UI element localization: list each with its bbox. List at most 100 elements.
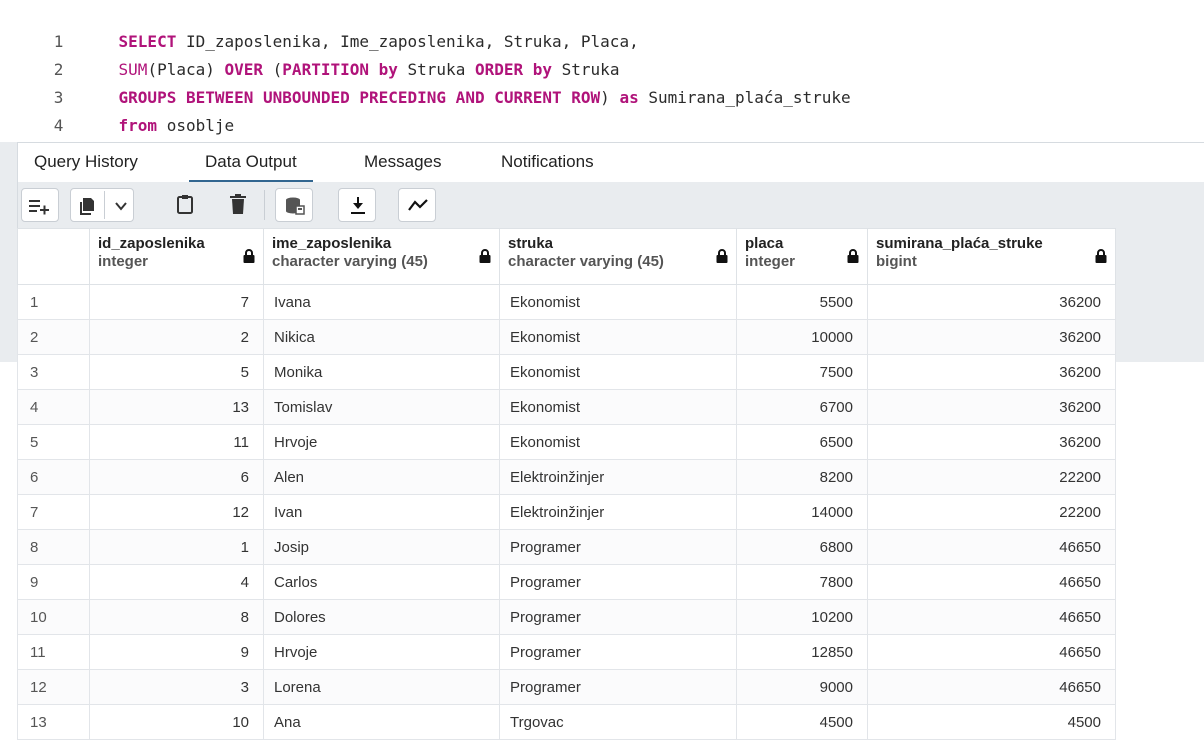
cell-name[interactable]: Lorena xyxy=(263,669,500,705)
cell-struka[interactable]: Elektroinžinjer xyxy=(499,494,737,530)
row-number[interactable]: 3 xyxy=(17,354,90,390)
cell-struka[interactable]: Programer xyxy=(499,634,737,670)
cell-placa[interactable]: 6800 xyxy=(736,529,868,565)
download-button[interactable] xyxy=(338,188,376,222)
chevron-down-icon[interactable] xyxy=(115,200,127,212)
paste-button[interactable] xyxy=(170,188,200,222)
table-row[interactable]: 13 10 Ana Trgovac 4500 4500 xyxy=(17,704,1116,740)
cell-id[interactable]: 8 xyxy=(89,599,264,635)
cell-sum[interactable]: 36200 xyxy=(867,284,1116,320)
table-row[interactable]: 2 2 Nikica Ekonomist 10000 36200 xyxy=(17,319,1116,355)
cell-sum[interactable]: 22200 xyxy=(867,494,1116,530)
row-number[interactable]: 10 xyxy=(17,599,90,635)
table-row[interactable]: 8 1 Josip Programer 6800 46650 xyxy=(17,529,1116,565)
cell-name[interactable]: Josip xyxy=(263,529,500,565)
cell-placa[interactable]: 9000 xyxy=(736,669,868,705)
row-number[interactable]: 5 xyxy=(17,424,90,460)
copy-button[interactable] xyxy=(70,188,134,222)
cell-sum[interactable]: 36200 xyxy=(867,319,1116,355)
cell-sum[interactable]: 46650 xyxy=(867,564,1116,600)
cell-name[interactable]: Hrvoje xyxy=(263,634,500,670)
cell-id[interactable]: 5 xyxy=(89,354,264,390)
row-number[interactable]: 12 xyxy=(17,669,90,705)
row-number[interactable]: 9 xyxy=(17,564,90,600)
tab-data-output[interactable]: Data Output xyxy=(189,143,313,183)
row-number[interactable]: 13 xyxy=(17,704,90,740)
cell-placa[interactable]: 10200 xyxy=(736,599,868,635)
cell-struka[interactable]: Ekonomist xyxy=(499,354,737,390)
cell-id[interactable]: 12 xyxy=(89,494,264,530)
cell-placa[interactable]: 10000 xyxy=(736,319,868,355)
cell-struka[interactable]: Trgovac xyxy=(499,704,737,740)
cell-name[interactable]: Tomislav xyxy=(263,389,500,425)
cell-name[interactable]: Nikica xyxy=(263,319,500,355)
cell-placa[interactable]: 14000 xyxy=(736,494,868,530)
cell-struka[interactable]: Ekonomist xyxy=(499,424,737,460)
code-text[interactable]: from osoblje xyxy=(79,114,235,138)
table-row[interactable]: 6 6 Alen Elektroinžinjer 8200 22200 xyxy=(17,459,1116,495)
cell-placa[interactable]: 4500 xyxy=(736,704,868,740)
table-row[interactable]: 11 9 Hrvoje Programer 12850 46650 xyxy=(17,634,1116,670)
cell-placa[interactable]: 6500 xyxy=(736,424,868,460)
cell-sum[interactable]: 36200 xyxy=(867,389,1116,425)
table-row[interactable]: 4 13 Tomislav Ekonomist 6700 36200 xyxy=(17,389,1116,425)
code-line[interactable]: 4 from osoblje xyxy=(0,90,234,135)
cell-sum[interactable]: 36200 xyxy=(867,424,1116,460)
column-header[interactable]: ime_zaposlenika character varying (45) xyxy=(263,228,500,285)
row-number[interactable]: 6 xyxy=(17,459,90,495)
row-number[interactable]: 11 xyxy=(17,634,90,670)
cell-name[interactable]: Hrvoje xyxy=(263,424,500,460)
column-header[interactable]: struka character varying (45) xyxy=(499,228,737,285)
table-row[interactable]: 5 11 Hrvoje Ekonomist 6500 36200 xyxy=(17,424,1116,460)
cell-id[interactable]: 13 xyxy=(89,389,264,425)
cell-id[interactable]: 7 xyxy=(89,284,264,320)
cell-name[interactable]: Ivan xyxy=(263,494,500,530)
cell-sum[interactable]: 46650 xyxy=(867,669,1116,705)
cell-id[interactable]: 9 xyxy=(89,634,264,670)
cell-struka[interactable]: Elektroinžinjer xyxy=(499,459,737,495)
code-line[interactable]: 1 SELECT ID_zaposlenika, Ime_zaposlenika,… xyxy=(0,6,639,51)
cell-id[interactable]: 6 xyxy=(89,459,264,495)
cell-name[interactable]: Ivana xyxy=(263,284,500,320)
table-row[interactable]: 10 8 Dolores Programer 10200 46650 xyxy=(17,599,1116,635)
cell-placa[interactable]: 7500 xyxy=(736,354,868,390)
tab-messages[interactable]: Messages xyxy=(364,143,441,183)
cell-struka[interactable]: Ekonomist xyxy=(499,319,737,355)
table-row[interactable]: 1 7 Ivana Ekonomist 5500 36200 xyxy=(17,284,1116,320)
row-number[interactable]: 1 xyxy=(17,284,90,320)
cell-id[interactable]: 10 xyxy=(89,704,264,740)
column-header[interactable]: sumirana_plaća_struke bigint xyxy=(867,228,1116,285)
delete-button[interactable] xyxy=(223,188,253,222)
cell-struka[interactable]: Programer xyxy=(499,669,737,705)
cell-struka[interactable]: Ekonomist xyxy=(499,284,737,320)
row-number[interactable]: 2 xyxy=(17,319,90,355)
add-row-button[interactable] xyxy=(21,188,59,222)
cell-struka[interactable]: Programer xyxy=(499,599,737,635)
row-number-header[interactable] xyxy=(17,228,90,285)
cell-placa[interactable]: 6700 xyxy=(736,389,868,425)
row-number[interactable]: 4 xyxy=(17,389,90,425)
cell-placa[interactable]: 5500 xyxy=(736,284,868,320)
cell-placa[interactable]: 8200 xyxy=(736,459,868,495)
column-header[interactable]: id_zaposlenika integer xyxy=(89,228,264,285)
cell-id[interactable]: 11 xyxy=(89,424,264,460)
code-line[interactable]: 2 SUM(Placa) OVER (PARTITION by Struka OR… xyxy=(0,34,620,79)
cell-name[interactable]: Monika xyxy=(263,354,500,390)
cell-sum[interactable]: 46650 xyxy=(867,529,1116,565)
sql-editor[interactable]: 1 SELECT ID_zaposlenika, Ime_zaposlenika,… xyxy=(0,0,1204,142)
cell-name[interactable]: Alen xyxy=(263,459,500,495)
cell-struka[interactable]: Ekonomist xyxy=(499,389,737,425)
cell-name[interactable]: Dolores xyxy=(263,599,500,635)
cell-id[interactable]: 4 xyxy=(89,564,264,600)
cell-sum[interactable]: 46650 xyxy=(867,599,1116,635)
table-row[interactable]: 9 4 Carlos Programer 7800 46650 xyxy=(17,564,1116,600)
row-number[interactable]: 8 xyxy=(17,529,90,565)
tab-notifications[interactable]: Notifications xyxy=(501,143,594,183)
table-row[interactable]: 3 5 Monika Ekonomist 7500 36200 xyxy=(17,354,1116,390)
cell-name[interactable]: Ana xyxy=(263,704,500,740)
row-number[interactable]: 7 xyxy=(17,494,90,530)
code-line[interactable]: 3 GROUPS BETWEEN UNBOUNDED PRECEDING AND … xyxy=(0,62,851,107)
cell-sum[interactable]: 46650 xyxy=(867,634,1116,670)
cell-placa[interactable]: 7800 xyxy=(736,564,868,600)
cell-struka[interactable]: Programer xyxy=(499,529,737,565)
